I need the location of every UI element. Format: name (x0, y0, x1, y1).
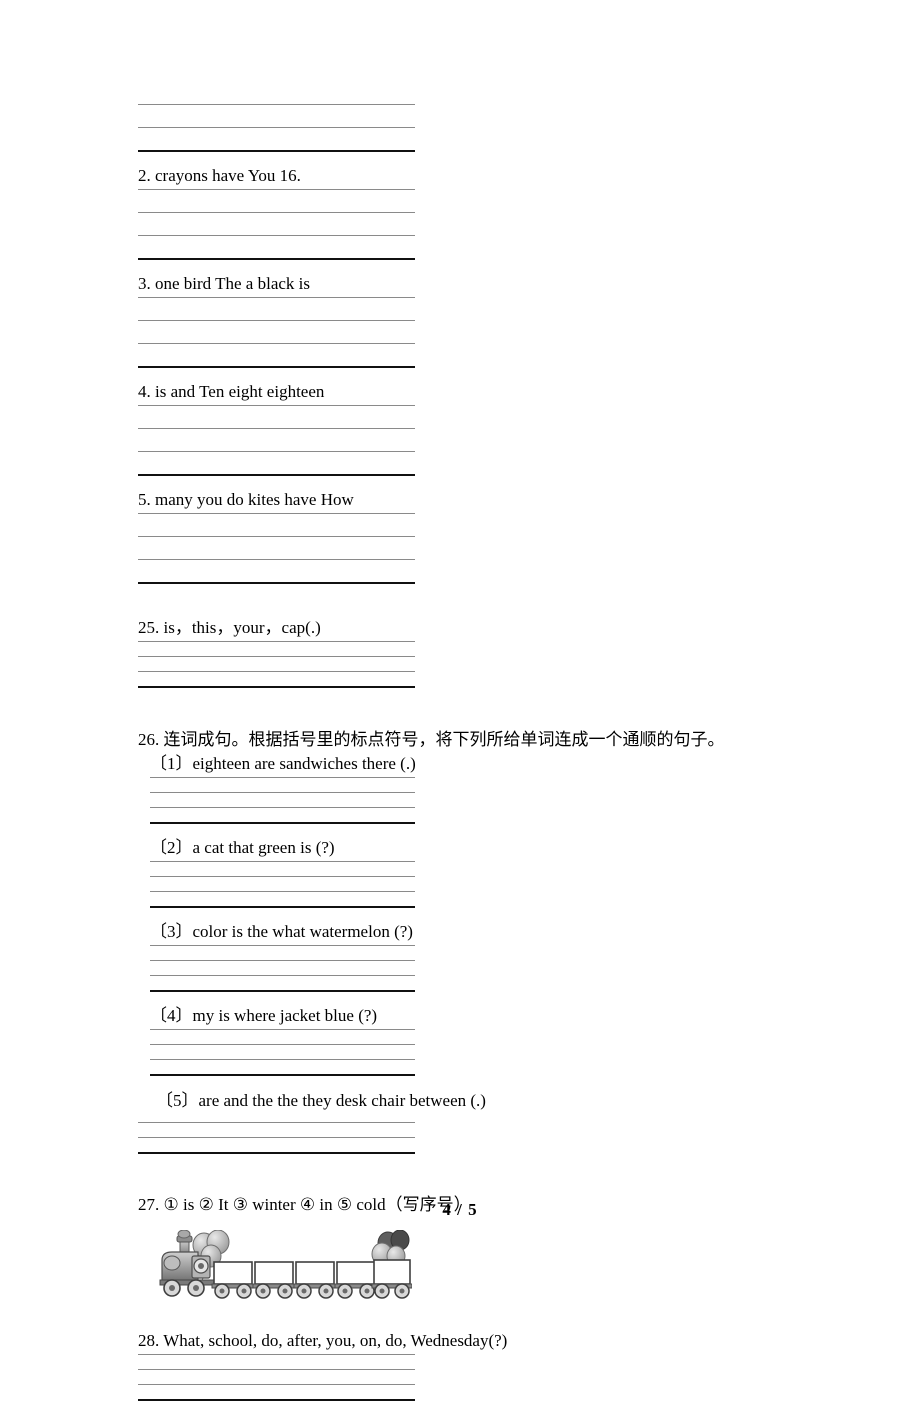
answer-rule[interactable] (138, 536, 415, 537)
answer-rule[interactable] (138, 428, 415, 429)
answer-rule[interactable] (138, 127, 415, 128)
answer-rule[interactable] (150, 975, 415, 976)
answer-rule[interactable] (138, 1384, 415, 1385)
page-number: 4 / 5 (442, 1200, 478, 1219)
answer-rule[interactable] (138, 104, 415, 105)
answer-lines-q4[interactable] (138, 428, 415, 476)
subquestion-block-26-3: 〔3〕color is the what watermelon (?) (150, 922, 838, 992)
question-heading-26: 26. 连词成句。根据括号里的标点符号，将下列所给单词连成一个通顺的句子。 (138, 730, 725, 749)
question-text-3: 3. one bird The a black is (138, 274, 415, 298)
answer-lines-q5[interactable] (138, 536, 415, 584)
answer-rule[interactable] (150, 807, 415, 808)
answer-rule[interactable] (138, 320, 415, 321)
answer-lines-26-2[interactable] (150, 876, 415, 908)
train-clipart-svg (159, 1229, 413, 1299)
answer-rule[interactable] (138, 1122, 415, 1123)
question-text-25: 25. is，this，your，cap(.) (138, 618, 415, 642)
answer-rule[interactable] (138, 235, 415, 236)
answer-rule[interactable] (150, 1044, 415, 1045)
subquestion-text-26-4: 〔4〕my is where jacket blue (?) (150, 1006, 415, 1030)
subquestion-text-26-1: 〔1〕eighteen are sandwiches there (.) (150, 754, 416, 778)
question-text-5: 5. many you do kites have How (138, 490, 415, 514)
answer-lines-q1[interactable] (138, 104, 415, 152)
subquestion-text-26-5: 〔5〕are and the the they desk chair betwe… (156, 1091, 486, 1110)
answer-rule-final[interactable] (138, 258, 415, 260)
answer-rule-final[interactable] (150, 822, 415, 824)
train-illustration (156, 1229, 838, 1305)
answer-rule-final[interactable] (138, 1399, 415, 1401)
answer-rule-final[interactable] (138, 150, 415, 152)
answer-lines-26-4[interactable] (150, 1044, 415, 1076)
subquestion-text-26-2: 〔2〕a cat that green is (?) (150, 838, 415, 862)
answer-lines-q2[interactable] (138, 212, 415, 260)
answer-rule-final[interactable] (150, 990, 415, 992)
answer-rule-final[interactable] (138, 474, 415, 476)
subquestion-block-26-1: 〔1〕eighteen are sandwiches there (.) (150, 754, 838, 824)
answer-rule[interactable] (138, 656, 415, 657)
answer-lines-26-5[interactable] (138, 1122, 415, 1154)
answer-lines-q3[interactable] (138, 320, 415, 368)
question-text-28: 28. What, school, do, after, you, on, do… (138, 1331, 507, 1355)
question-block-28: 28. What, school, do, after, you, on, do… (138, 1331, 838, 1401)
question-block-5: 5. many you do kites have How (138, 490, 838, 584)
locomotive (159, 1251, 215, 1286)
answer-rule[interactable] (138, 343, 415, 344)
subquestion-block-26-4: 〔4〕my is where jacket blue (?) (150, 1006, 838, 1076)
answer-rule[interactable] (150, 876, 415, 877)
answer-rule[interactable] (138, 559, 415, 560)
question-block-25: 25. is，this，your，cap(.) (138, 618, 838, 688)
question-text-4: 4. is and Ten eight eighteen (138, 382, 415, 406)
subquestion-block-26-2: 〔2〕a cat that green is (?) (150, 838, 838, 908)
question-block-4: 4. is and Ten eight eighteen (138, 382, 838, 476)
answer-rule[interactable] (138, 451, 415, 452)
answer-rule[interactable] (150, 792, 415, 793)
answer-rule-final[interactable] (150, 906, 415, 908)
wagon (211, 1261, 255, 1299)
answer-rule[interactable] (138, 1369, 415, 1370)
answer-rule[interactable] (150, 891, 415, 892)
subquestion-block-26-5: 〔5〕are and the the they desk chair betwe… (138, 1090, 838, 1154)
wagon (293, 1261, 337, 1299)
question-block-3: 3. one bird The a black is (138, 274, 838, 368)
answer-rule[interactable] (138, 671, 415, 672)
answer-rule-final[interactable] (138, 686, 415, 688)
wagon (334, 1261, 378, 1299)
worksheet-page: 2. crayons have You 16. 3. one bird The … (0, 0, 920, 1401)
answer-lines-q25[interactable] (138, 656, 415, 688)
answer-rule-final[interactable] (138, 366, 415, 368)
answer-lines-26-3[interactable] (150, 960, 415, 992)
answer-rule[interactable] (138, 1137, 415, 1138)
wagon (371, 1259, 413, 1299)
question-text-2: 2. crayons have You 16. (138, 166, 415, 190)
subquestion-text-26-3: 〔3〕color is the what watermelon (?) (150, 922, 415, 946)
answer-lines-q28[interactable] (138, 1369, 415, 1401)
question-block-2: 2. crayons have You 16. (138, 166, 838, 260)
answer-rule[interactable] (138, 212, 415, 213)
answer-lines-26-1[interactable] (150, 792, 415, 824)
answer-rule[interactable] (150, 1059, 415, 1060)
answer-rule-final[interactable] (138, 1152, 415, 1154)
answer-rule[interactable] (150, 960, 415, 961)
answer-rule-final[interactable] (150, 1074, 415, 1076)
wagon (252, 1261, 296, 1299)
